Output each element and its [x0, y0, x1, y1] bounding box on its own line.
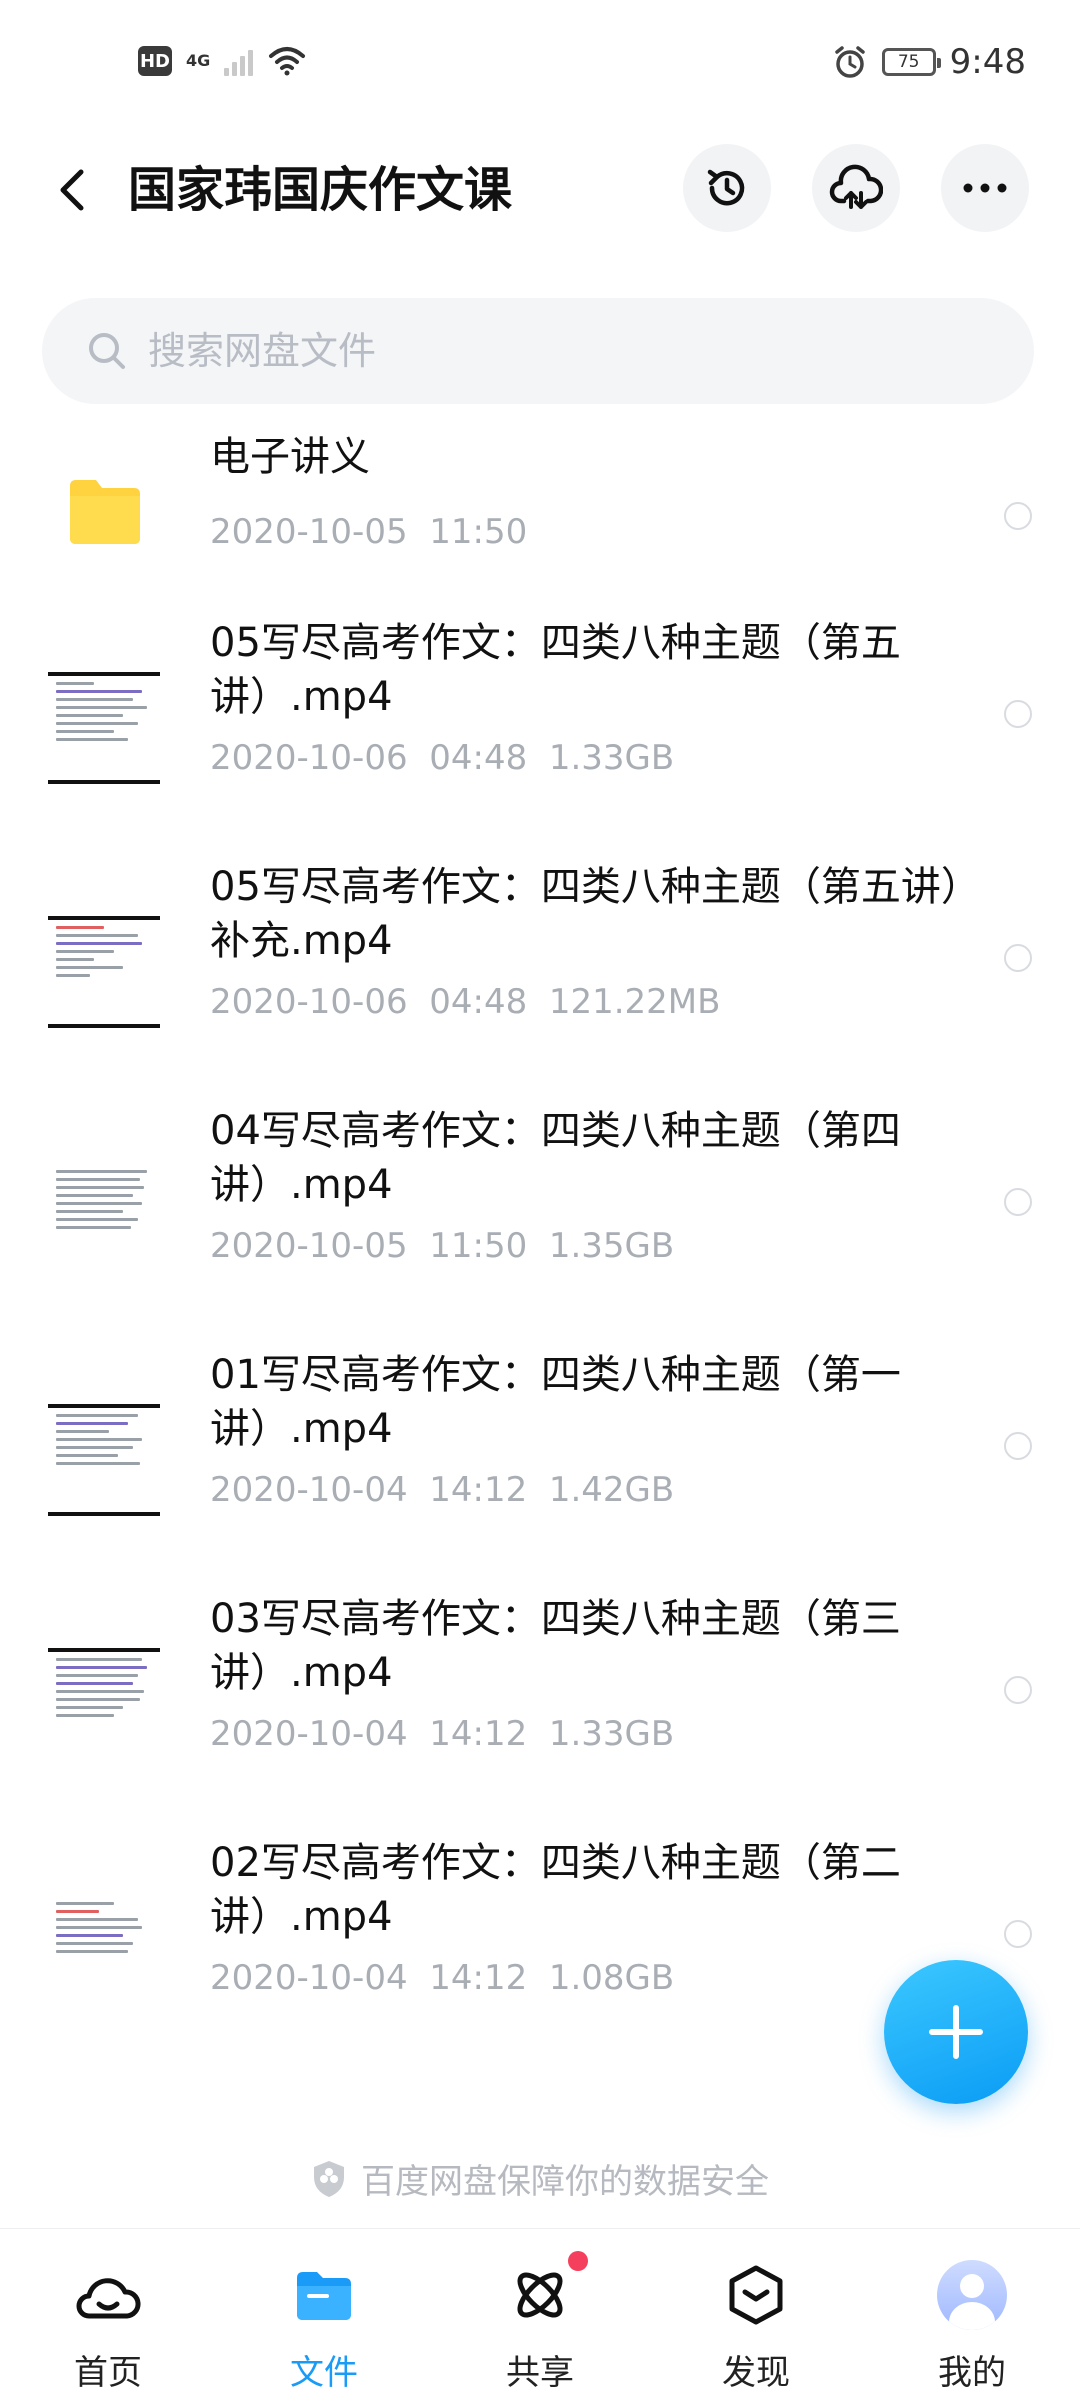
video-thumbnail [48, 1892, 160, 2004]
more-icon [963, 183, 1007, 193]
file-name: 04写尽高考作文：四类八种主题（第四讲）.mp4 [210, 1108, 901, 1208]
history-icon [707, 169, 745, 206]
file-meta: 2020-10-05 11:50 [210, 512, 528, 552]
battery-level: 75 [897, 52, 920, 72]
notification-badge [568, 2251, 588, 2271]
file-name: 02写尽高考作文：四类八种主题（第二讲）.mp4 [210, 1840, 901, 1940]
header: 国家玮国庆作文课 [0, 140, 1080, 240]
list-item[interactable]: 01写尽高考作文：四类八种主题（第一讲）.mp4 2020-10-04 14:1… [0, 1348, 1080, 1592]
page-title: 国家玮国庆作文课 [128, 162, 513, 218]
video-thumbnail [48, 1160, 160, 1272]
file-browser-screen: HD 4G 75 9:48 国家玮国庆作文课 搜索网盘文件 电子讲义 2020-… [0, 0, 1080, 2400]
file-name: 01写尽高考作文：四类八种主题（第一讲）.mp4 [210, 1352, 901, 1452]
security-note: 百度网盘保障你的数据安全 [0, 2154, 1080, 2203]
nav-profile[interactable]: 我的 [872, 2229, 1072, 2400]
back-button[interactable] [44, 162, 100, 218]
bottom-nav: 首页 文件 共享 发现 我的 [0, 2228, 1080, 2400]
list-item[interactable]: 05写尽高考作文：四类八种主题（第五讲）.mp4 2020-10-06 04:4… [0, 616, 1080, 860]
cloud-upload-icon [829, 164, 883, 209]
nav-discover[interactable]: 发现 [656, 2229, 856, 2400]
select-radio[interactable] [1004, 1676, 1032, 1704]
cloud-upload-button[interactable] [812, 144, 900, 232]
nav-label: 文件 [290, 2353, 358, 2393]
add-button[interactable] [884, 1960, 1028, 2104]
file-meta: 2020-10-04 14:12 1.33GB [210, 1714, 675, 1754]
status-bar: HD 4G 75 9:48 [0, 0, 1080, 120]
more-button[interactable] [941, 144, 1029, 232]
signal-icon [224, 46, 254, 76]
search-icon [89, 333, 125, 369]
video-thumbnail [48, 916, 160, 1028]
file-name: 电子讲义 [210, 434, 370, 480]
history-button[interactable] [683, 144, 771, 232]
discover-icon [729, 2265, 783, 2325]
home-icon [76, 2278, 141, 2319]
battery-icon: 75 [881, 48, 941, 76]
file-meta: 2020-10-05 11:50 1.35GB [210, 1226, 675, 1266]
security-text: 百度网盘保障你的数据安全 [361, 2162, 769, 2202]
nav-home[interactable]: 首页 [8, 2229, 208, 2400]
file-name: 03写尽高考作文：四类八种主题（第三讲）.mp4 [210, 1596, 901, 1696]
avatar [937, 2260, 1007, 2330]
file-name: 05写尽高考作文：四类八种主题（第五讲）补充.mp4 [210, 864, 961, 964]
nav-label: 我的 [938, 2353, 1006, 2393]
file-meta: 2020-10-04 14:12 1.08GB [210, 1958, 675, 1998]
list-item[interactable]: 03写尽高考作文：四类八种主题（第三讲）.mp4 2020-10-04 14:1… [0, 1592, 1080, 1836]
search-bar[interactable] [42, 298, 1034, 404]
plus-icon [929, 2005, 983, 2059]
file-list: 电子讲义 2020-10-05 11:50 05写尽高考作文：四类八种主题（第五… [0, 420, 1080, 2080]
video-thumbnail [48, 1404, 160, 1516]
file-meta: 2020-10-06 04:48 1.33GB [210, 738, 675, 778]
select-radio[interactable] [1004, 502, 1032, 530]
wifi-icon [269, 47, 306, 76]
nav-share[interactable]: 共享 [440, 2229, 640, 2400]
hd-icon: HD [138, 46, 172, 76]
nav-label: 首页 [74, 2353, 142, 2393]
alarm-icon [834, 46, 865, 78]
select-radio[interactable] [1004, 944, 1032, 972]
nav-label: 共享 [506, 2353, 574, 2393]
folder-icon [297, 2272, 351, 2320]
clock: 9:48 [949, 42, 1026, 82]
select-radio[interactable] [1004, 1432, 1032, 1460]
select-radio[interactable] [1004, 700, 1032, 728]
select-radio[interactable] [1004, 1188, 1032, 1216]
file-meta: 2020-10-06 04:48 121.22MB [210, 982, 721, 1022]
file-name: 05写尽高考作文：四类八种主题（第五讲）.mp4 [210, 620, 901, 720]
nav-files[interactable]: 文件 [224, 2229, 424, 2400]
nav-label: 发现 [722, 2353, 790, 2393]
list-item[interactable]: 05写尽高考作文：四类八种主题（第五讲）补充.mp4 2020-10-06 04… [0, 860, 1080, 1104]
list-item[interactable]: 04写尽高考作文：四类八种主题（第四讲）.mp4 2020-10-05 11:5… [0, 1104, 1080, 1348]
folder-icon [70, 480, 140, 544]
video-thumbnail [48, 672, 160, 784]
network-type: 4G [186, 51, 211, 70]
video-thumbnail [48, 1648, 160, 1760]
back-icon [60, 169, 84, 211]
shield-icon [314, 2160, 344, 2197]
share-icon [517, 2272, 563, 2318]
search-input[interactable] [148, 329, 948, 373]
select-radio[interactable] [1004, 1920, 1032, 1948]
file-meta: 2020-10-04 14:12 1.42GB [210, 1470, 675, 1510]
list-item[interactable]: 电子讲义 2020-10-05 11:50 [0, 420, 1080, 616]
